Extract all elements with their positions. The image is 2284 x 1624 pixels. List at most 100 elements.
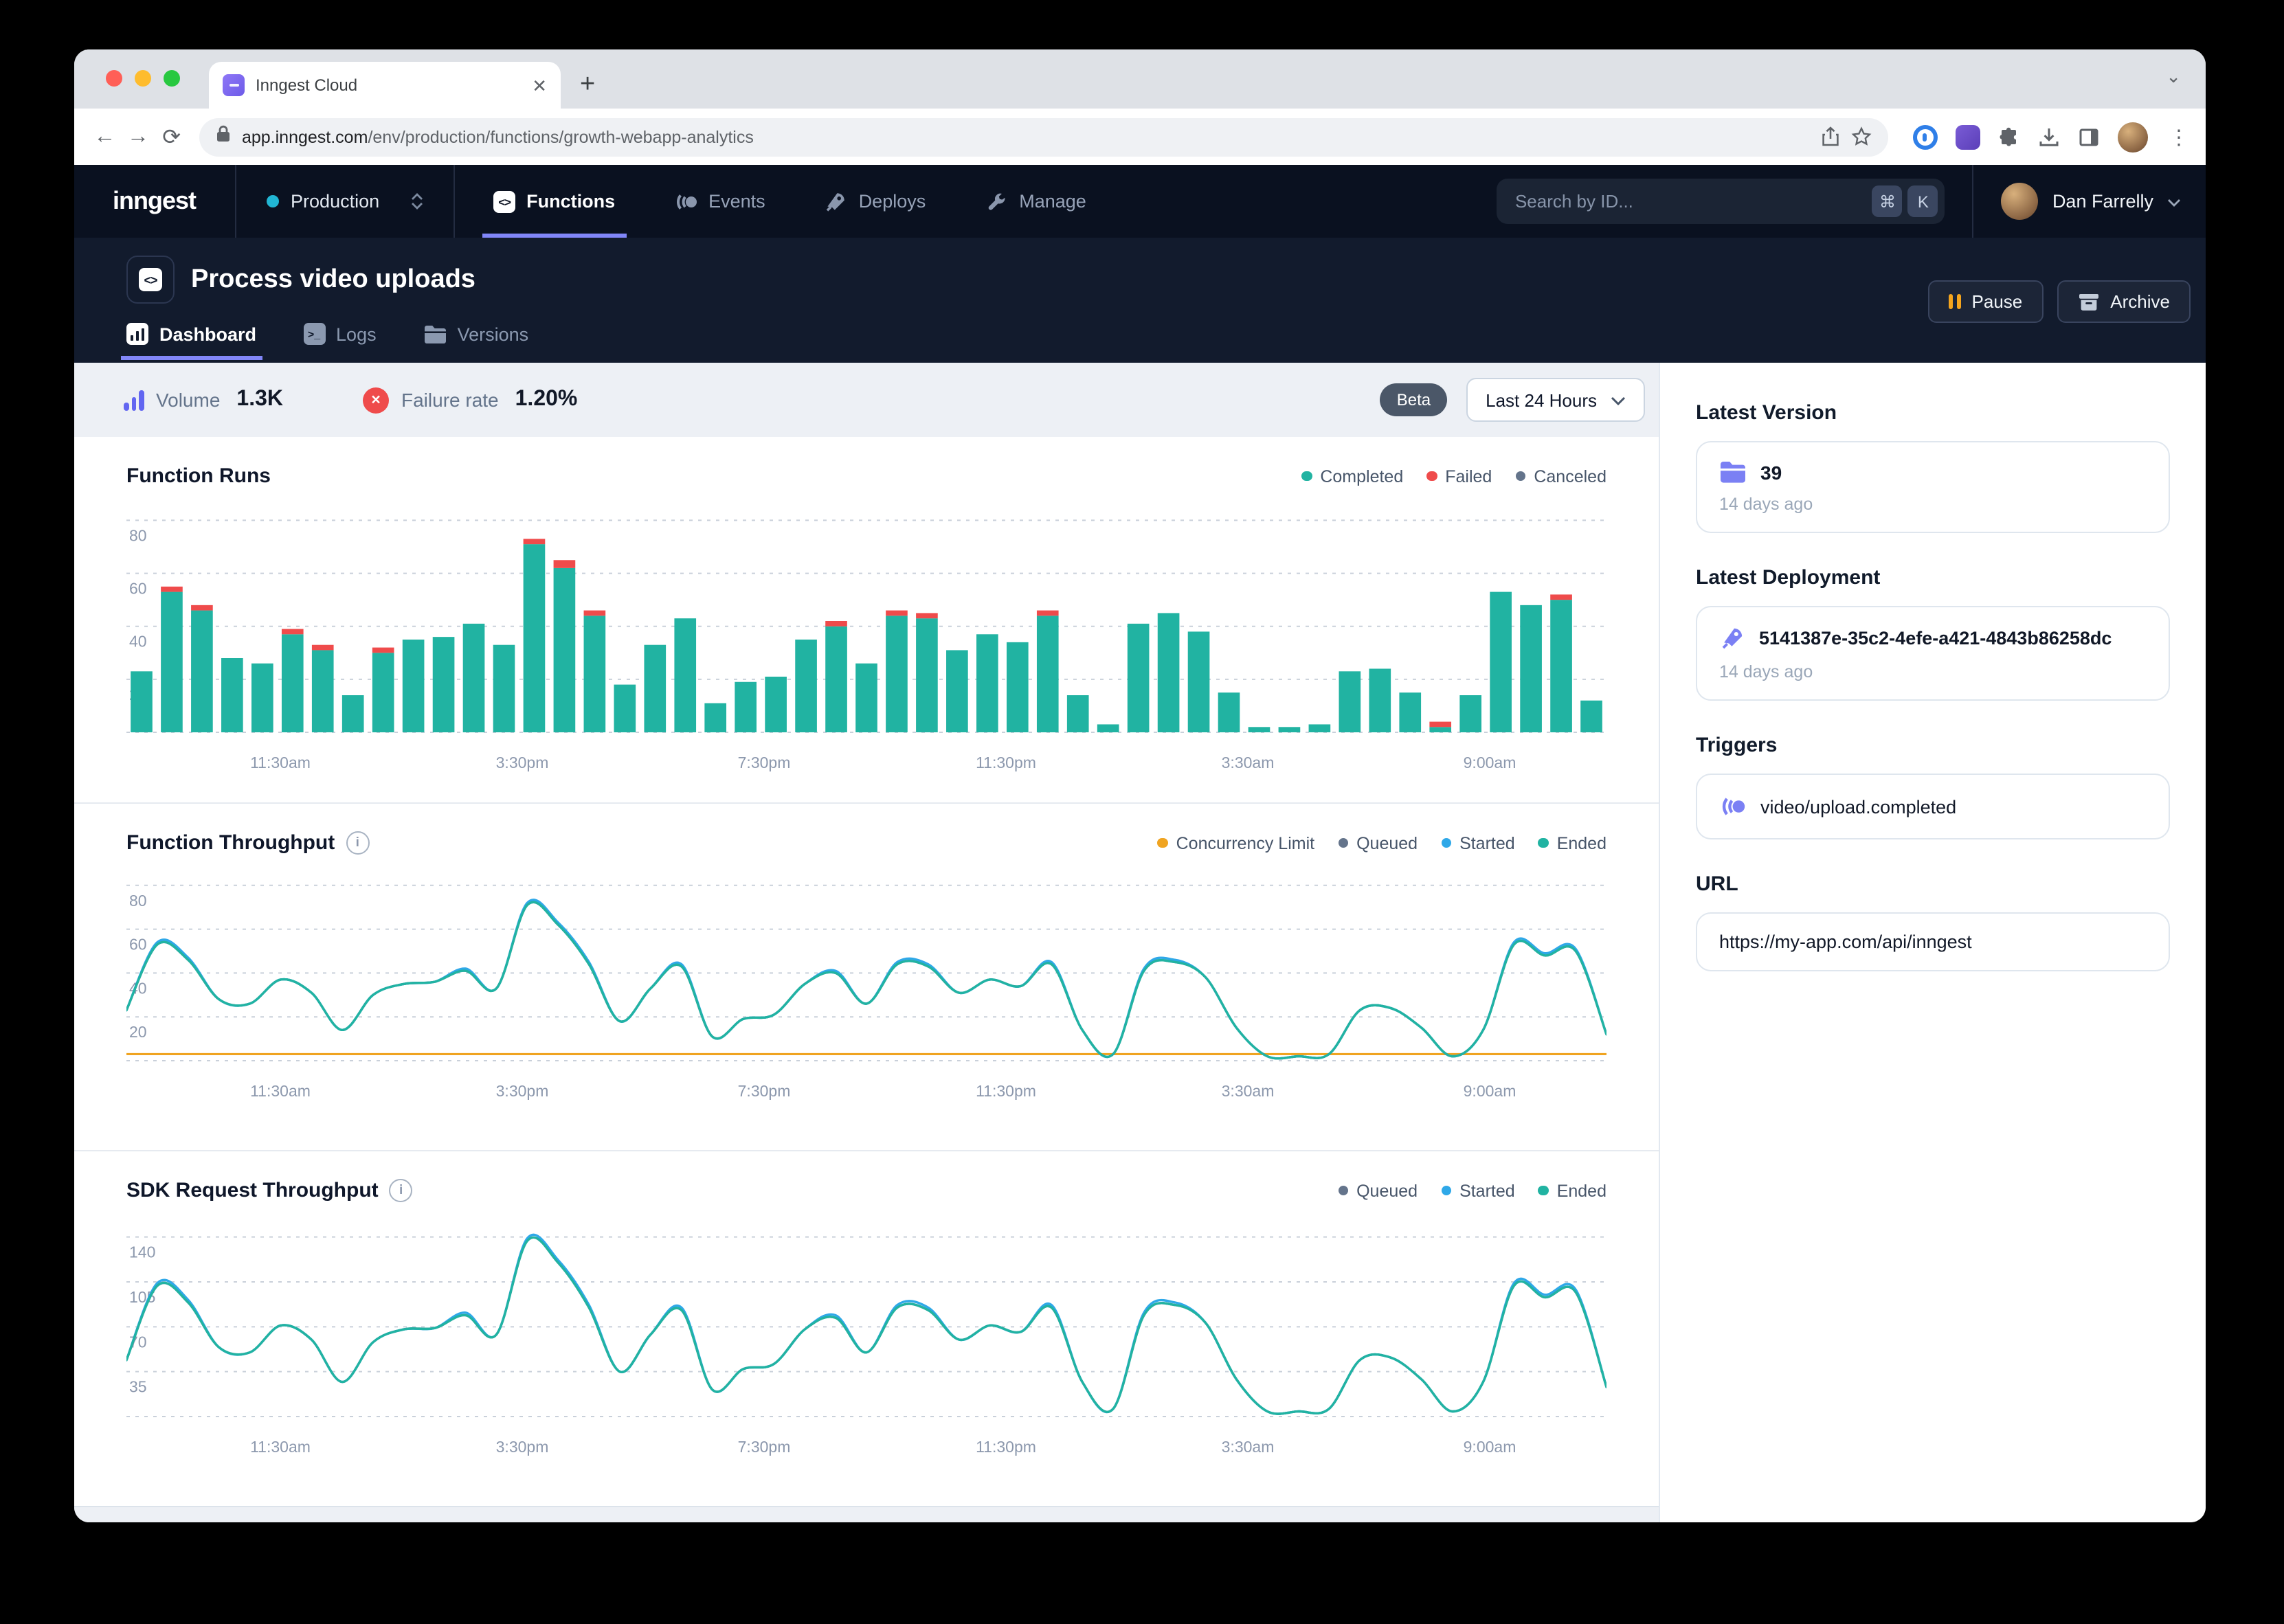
event-trigger-icon [1719,793,1747,820]
latest-deployment-heading: Latest Deployment [1696,566,2170,589]
function-badge-icon: <> [126,256,175,304]
tab-logs[interactable]: >_ Logs [303,323,377,360]
wrench-icon [983,189,1008,214]
pause-icon [1949,294,1961,309]
inngest-logo[interactable]: inngest [74,187,234,216]
sidepanel-icon[interactable] [2078,126,2100,148]
svg-text:11:30am: 11:30am [250,1082,311,1100]
url-text: app.inngest.com/env/production/functions… [242,127,1810,146]
trigger-card[interactable]: video/upload.completed [1696,774,2170,839]
tab-versions[interactable]: Versions [423,323,529,360]
close-window-button[interactable] [106,70,122,87]
legend-item: Queued [1338,1181,1418,1200]
onepassword-extension-icon[interactable] [1913,124,1938,149]
reload-button[interactable]: ⟳ [157,123,186,150]
minimize-window-button[interactable] [135,70,151,87]
downloads-icon[interactable] [2038,126,2060,148]
user-name: Dan Farrelly [2052,191,2153,212]
browser-profile-avatar[interactable] [2118,122,2148,152]
latest-version-heading: Latest Version [1696,401,2170,425]
latest-deployment-card[interactable]: 5141387e-35c2-4efe-a421-4843b86258dc 14 … [1696,606,2170,701]
volume-label: Volume [156,389,220,411]
archive-button[interactable]: Archive [2057,280,2191,323]
environment-label: Production [291,191,379,212]
svg-text:40: 40 [129,633,147,651]
environment-status-dot [266,195,278,207]
search-input[interactable]: Search by ID... ⌘ K [1497,179,1945,224]
latest-version-card[interactable]: 39 14 days ago [1696,441,2170,533]
svg-text:80: 80 [129,892,147,910]
zoom-window-button[interactable] [164,70,180,87]
failure-x-icon: ✕ [363,387,389,413]
nav-item-events[interactable]: Events [667,165,771,238]
svg-text:3:30am: 3:30am [1222,1438,1275,1456]
extensions-puzzle-icon[interactable] [1998,126,2020,148]
svg-text:9:00am: 9:00am [1464,754,1516,771]
svg-text:3:30am: 3:30am [1222,1082,1275,1100]
bookmark-star-icon[interactable] [1851,126,1872,147]
tab-dashboard[interactable]: Dashboard [126,323,256,360]
page-title: Process video uploads [191,264,475,295]
legend-item: Ended [1538,833,1606,853]
legend-dot [1538,1186,1549,1196]
legend-dot [1158,838,1168,848]
back-button[interactable]: ← [91,124,119,149]
browser-menu-icon[interactable]: ⋮ [2169,124,2189,149]
failure-value: 1.20% [515,387,578,412]
svg-text:7:30pm: 7:30pm [738,1082,791,1100]
sdk-throughput-legend: QueuedStartedEnded [1338,1181,1606,1200]
volume-bars-icon [124,389,144,411]
svg-text:60: 60 [129,936,147,954]
address-bar[interactable]: app.inngest.com/env/production/functions… [199,117,1888,156]
next-section-strip [74,1506,1659,1522]
svg-text:35: 35 [129,1378,147,1396]
details-sidebar: Latest Version 39 14 days ago Latest Dep… [1659,363,2206,1522]
nav-item-manage[interactable]: Manage [978,165,1092,238]
environment-picker[interactable]: Production [236,165,454,238]
legend-item: Failed [1426,466,1492,486]
function-tabs: Dashboard >_ Logs Versions [126,323,2206,360]
latest-version-time: 14 days ago [1719,495,2147,514]
browser-toolbar: ← → ⟳ app.inngest.com/env/production/fun… [74,109,2206,165]
info-icon[interactable]: i [346,831,369,855]
legend-item: Started [1441,833,1515,853]
tab-title: Inngest Cloud [256,76,521,95]
user-chevron-icon [2167,189,2181,214]
function-throughput-legend: Concurrency LimitQueuedStartedEnded [1158,833,1606,853]
function-runs-chart: 2040608011:30am3:30pm7:30pm11:30pm3:30am… [126,501,1606,776]
nav-item-deploys[interactable]: Deploys [818,165,932,238]
url-card[interactable]: https://my-app.com/api/inngest [1696,912,2170,971]
window-controls[interactable] [106,70,180,87]
legend-item: Ended [1538,1181,1606,1200]
nav-item-functions[interactable]: <> Functions [488,165,620,238]
function-header: <> Process video uploads Dashboard >_ Lo… [74,238,2206,363]
sdk-request-throughput-section: SDK Request Throughput i QueuedStartedEn… [74,1150,1659,1487]
time-range-select[interactable]: Last 24 Hours [1466,378,1645,422]
browser-tab[interactable]: Inngest Cloud ✕ [209,62,561,109]
latest-version-value: 39 [1760,461,1782,483]
svg-text:140: 140 [129,1243,155,1261]
svg-text:11:30pm: 11:30pm [976,1082,1036,1100]
svg-text:11:30pm: 11:30pm [976,754,1036,771]
url-value: https://my-app.com/api/inngest [1719,932,1972,952]
dashboard-main: Volume 1.3K ✕ Failure rate 1.20% Beta La… [74,363,1659,1522]
share-icon[interactable] [1821,126,1840,147]
function-runs-section: Function Runs CompletedFailedCanceled 20… [74,437,1659,783]
info-icon[interactable]: i [390,1179,413,1202]
volume-value: 1.3K [236,387,283,412]
stats-bar: Volume 1.3K ✕ Failure rate 1.20% Beta La… [74,363,1659,437]
search-placeholder: Search by ID... [1515,191,1867,212]
legend-item: Concurrency Limit [1158,833,1314,853]
svg-text:9:00am: 9:00am [1464,1082,1516,1100]
pause-button[interactable]: Pause [1929,280,2044,323]
forward-button[interactable]: → [124,124,153,149]
app-navbar: inngest Production <> Functions Events [74,165,2206,238]
section-title: Function Runs [126,464,271,488]
svg-text:7:30pm: 7:30pm [738,1438,791,1456]
user-menu[interactable]: Dan Farrelly [1973,165,2206,238]
tab-close-icon[interactable]: ✕ [532,76,547,94]
purple-extension-icon[interactable] [1956,124,1980,149]
tab-search-chevron-icon[interactable]: ⌄ [2166,66,2181,88]
new-tab-button[interactable]: + [580,70,595,100]
function-throughput-chart: 2040608011:30am3:30pm7:30pm11:30pm3:30am… [126,868,1606,1124]
